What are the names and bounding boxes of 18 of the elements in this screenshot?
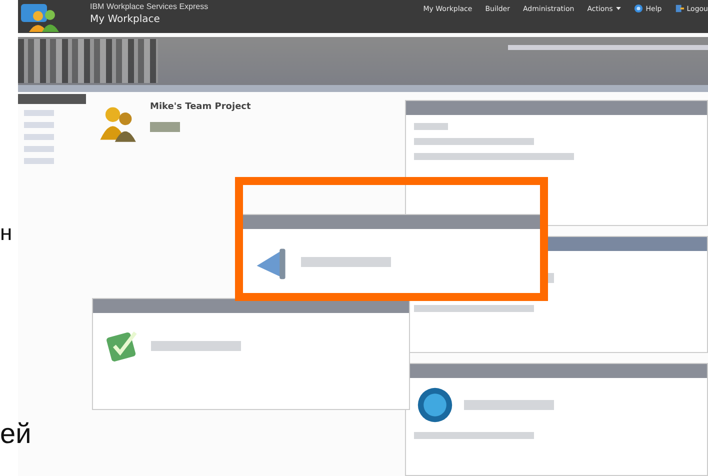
door-icon (674, 4, 684, 13)
page-title: My Workplace (90, 14, 161, 25)
sidebar-item[interactable] (24, 146, 54, 152)
blurred-label (414, 123, 448, 130)
caret-icon (616, 7, 621, 10)
project-title: Mike's Team Project (150, 102, 251, 112)
slide-text: н (0, 222, 12, 244)
slide-text: ей (0, 420, 32, 448)
sidebar-item[interactable] (18, 94, 86, 104)
sidebar-item[interactable] (24, 134, 54, 140)
sidebar-item[interactable] (24, 110, 54, 116)
sidebar-item[interactable] (24, 122, 54, 128)
product-name: IBM Workplace Services Express (90, 2, 208, 11)
people-icon (20, 2, 60, 32)
globe-icon (416, 386, 454, 424)
help-icon (634, 4, 643, 13)
sidebar-item[interactable] (24, 158, 54, 164)
project-button[interactable] (150, 122, 180, 132)
